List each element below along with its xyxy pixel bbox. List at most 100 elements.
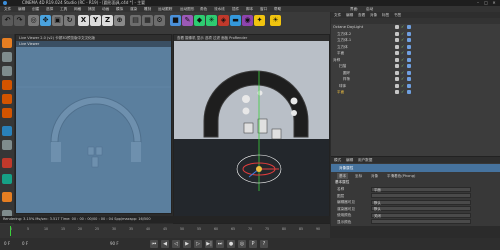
visibility-dot-icon[interactable] xyxy=(395,51,399,55)
go-to-start-button[interactable]: ⏮ xyxy=(150,240,158,248)
move-tool-button[interactable]: ✥ xyxy=(40,15,51,26)
enable-check-icon[interactable]: ✓ xyxy=(401,37,404,43)
attribute-field[interactable] xyxy=(371,219,471,224)
object-row[interactable]: 球体 ✓ xyxy=(331,83,500,89)
enable-check-icon[interactable]: ✓ xyxy=(401,89,404,95)
live-selection-button[interactable]: ◎ xyxy=(28,15,39,26)
am-menu-mode[interactable]: 模式 xyxy=(334,157,341,163)
next-key-button[interactable]: ▶| xyxy=(205,240,213,248)
live-viewer-panel[interactable]: Live Viewer 2.0 (v2) 卡顿3D预览版中文汉化版 Live V… xyxy=(15,34,172,214)
tag-icon[interactable] xyxy=(407,83,411,88)
array-icon[interactable]: ✳ xyxy=(206,15,217,26)
floor-icon[interactable]: ▬ xyxy=(230,15,241,26)
tag-icon[interactable] xyxy=(407,51,411,55)
attribute-field[interactable]: 平面 xyxy=(371,186,471,192)
tag-icon[interactable] xyxy=(407,44,411,49)
prev-frame-button[interactable]: ◁ xyxy=(172,240,180,248)
scale-tool-button[interactable]: ▣ xyxy=(52,15,63,26)
visibility-dot-icon[interactable] xyxy=(395,57,399,62)
light-icon[interactable]: ✦ xyxy=(254,15,265,26)
tag-icon[interactable] xyxy=(407,77,411,81)
visibility-dot-icon[interactable] xyxy=(395,83,399,88)
tag-icon[interactable] xyxy=(407,38,411,42)
locked-workplane-icon[interactable] xyxy=(2,174,12,184)
prev-key-button[interactable]: ◀ xyxy=(161,240,169,248)
visibility-dot-icon[interactable] xyxy=(395,90,399,94)
enable-check-icon[interactable]: ✓ xyxy=(401,57,404,63)
texture-mode-icon[interactable] xyxy=(2,66,12,76)
octane-icon[interactable]: ☀ xyxy=(270,15,281,26)
object-row[interactable]: 平面 ✓ xyxy=(331,89,500,95)
make-editable-icon[interactable] xyxy=(2,38,12,48)
x-axis-button[interactable]: X xyxy=(78,15,89,26)
go-to-end-button[interactable]: ⏭ xyxy=(216,240,224,248)
object-row[interactable]: 扫描 ✓ xyxy=(331,63,500,69)
current-frame[interactable]: 0 F xyxy=(22,238,28,250)
snap-icon[interactable] xyxy=(2,158,12,168)
perspective-viewport[interactable]: 查看 摄像机 显示 选项 过滤 面板 ProRender 网格间距 : 100 … xyxy=(173,34,330,224)
object-row[interactable]: 平面 ✓ xyxy=(331,50,500,56)
am-menu-user-data[interactable]: 用户数据 xyxy=(358,157,372,163)
object-row[interactable]: 立方体 ✓ xyxy=(331,44,500,50)
object-row[interactable]: 圆环 ✓ xyxy=(331,70,500,76)
edges-mode-icon[interactable] xyxy=(2,94,12,104)
timeline-ruler[interactable]: 0 5 10 15 20 25 30 35 40 45 50 55 60 65 70 75 80 85 90 xyxy=(10,227,320,233)
z-axis-button[interactable]: Z xyxy=(102,15,113,26)
autokey-button[interactable]: ◎ xyxy=(238,240,246,248)
am-menu-edit[interactable]: 编辑 xyxy=(346,157,353,163)
camera-icon[interactable]: ◉ xyxy=(242,15,253,26)
end-frame[interactable]: 90 F xyxy=(110,238,119,250)
start-frame[interactable]: 0 F xyxy=(4,238,10,250)
attribute-field[interactable] xyxy=(371,193,471,198)
playhead[interactable] xyxy=(10,226,11,236)
redo-button[interactable]: ↷ xyxy=(14,15,25,26)
enable-check-icon[interactable]: ✓ xyxy=(401,44,404,50)
tag-icon[interactable] xyxy=(407,25,411,29)
visibility-dot-icon[interactable] xyxy=(395,31,399,36)
keyframe-button[interactable]: P xyxy=(249,240,257,248)
play-button[interactable]: ▶ xyxy=(183,240,191,248)
tag-icon[interactable] xyxy=(407,70,411,75)
rotate-tool-button[interactable]: ↻ xyxy=(64,15,75,26)
cube-icon[interactable]: ■ xyxy=(170,15,181,26)
object-row[interactable]: 立方体.1 ✓ xyxy=(331,37,500,43)
visibility-dot-icon[interactable] xyxy=(395,44,399,49)
pen-icon[interactable]: ✎ xyxy=(182,15,193,26)
y-axis-button[interactable]: Y xyxy=(90,15,101,26)
timeline[interactable]: 0 5 10 15 20 25 30 35 40 45 50 55 60 65 70 75 80 85 90 xyxy=(0,224,330,238)
object-row[interactable]: Octane DayLight ✓ xyxy=(331,24,500,30)
visibility-dot-icon[interactable] xyxy=(395,38,399,42)
help-button[interactable]: ? xyxy=(260,240,268,248)
next-frame-button[interactable]: ▷ xyxy=(194,240,202,248)
attribute-field[interactable]: 关闭 xyxy=(371,212,471,218)
model-mode-icon[interactable] xyxy=(2,52,12,62)
tag-icon[interactable] xyxy=(407,31,411,36)
axis-mode-icon[interactable] xyxy=(2,126,12,136)
attribute-field[interactable]: 默认 xyxy=(371,199,471,205)
attribute-field[interactable]: 默认 xyxy=(371,206,471,211)
points-mode-icon[interactable] xyxy=(2,80,12,90)
visibility-dot-icon[interactable] xyxy=(395,70,399,75)
visibility-dot-icon[interactable] xyxy=(395,25,399,29)
deformer-icon[interactable]: ◈ xyxy=(218,15,229,26)
render-picture-viewer-button[interactable]: ▦ xyxy=(142,15,153,26)
enable-check-icon[interactable]: ✓ xyxy=(401,50,404,56)
tag-icon[interactable] xyxy=(407,57,411,62)
object-row[interactable]: 样条 ✓ xyxy=(331,76,500,82)
tag-icon[interactable] xyxy=(407,90,411,94)
tag-icon[interactable] xyxy=(407,64,411,68)
enable-check-icon[interactable]: ✓ xyxy=(401,31,404,37)
workplane-icon[interactable] xyxy=(2,140,12,150)
object-row[interactable]: 对称 ✓ xyxy=(331,57,500,63)
enable-check-icon[interactable]: ✓ xyxy=(401,70,404,76)
subdivision-icon[interactable]: ◆ xyxy=(194,15,205,26)
sculpt-icon[interactable] xyxy=(2,192,12,202)
render-view-button[interactable]: ▤ xyxy=(130,15,141,26)
enable-check-icon[interactable]: ✓ xyxy=(401,24,404,30)
visibility-dot-icon[interactable] xyxy=(395,77,399,81)
enable-check-icon[interactable]: ✓ xyxy=(401,63,404,69)
enable-check-icon[interactable]: ✓ xyxy=(401,76,404,82)
render-settings-button[interactable]: ⚙ xyxy=(154,15,165,26)
polygons-mode-icon[interactable] xyxy=(2,108,12,118)
object-row[interactable]: 立方体.2 ✓ xyxy=(331,31,500,37)
